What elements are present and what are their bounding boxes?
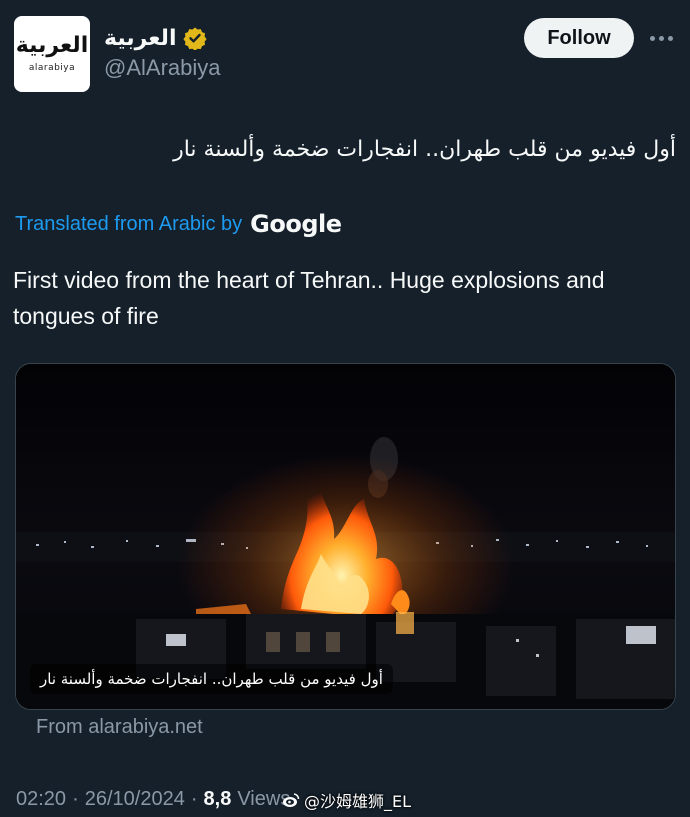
display-name[interactable]: العربية [104,26,177,51]
avatar-logo-subtext: alarabiya [28,63,76,73]
account-handle[interactable]: @AlArabiya [104,55,221,81]
avatar-logo-text: العربية [15,33,89,58]
more-dot [658,35,664,41]
watermark: @沙姆雄狮_EL [282,784,411,816]
video-media-card[interactable]: أول فيديو من قلب طهران.. انفجارات ضخمة و… [15,363,676,710]
google-logo: Google [250,210,342,238]
source-link[interactable]: From alarabiya.net [36,716,203,739]
more-horizontal-icon [649,35,655,41]
meta-separator: · [72,787,79,810]
post-header: العربية alarabiya العربية @AlArabiya Fol… [0,0,690,100]
translation-attribution[interactable]: Translated from Arabic by Google [15,207,342,241]
more-dot [667,35,673,41]
post-time[interactable]: 02:20 [16,788,66,811]
video-thumbnail [16,364,675,709]
post-date[interactable]: 26/10/2024 [85,788,185,811]
meta-separator: · [190,787,198,810]
translated-from-label[interactable]: Translated from Arabic by [15,213,242,236]
watermark-text: @沙姆雄狮_EL [304,792,412,811]
more-options-button[interactable] [645,24,677,52]
post-translated-text: First video from the heart of Tehran.. H… [13,267,605,329]
post-metadata: 02:20 · 26/10/2024 · 8,8 Views [16,782,290,816]
views-count[interactable]: 8,8 [204,788,232,811]
video-caption-overlay: أول فيديو من قلب طهران.. انفجارات ضخمة و… [30,664,393,694]
avatar[interactable]: العربية alarabiya [14,16,90,92]
follow-button[interactable]: Follow [524,18,634,58]
display-name-row[interactable]: العربية [104,22,207,54]
post-original-text: أول فيديو من قلب طهران.. انفجارات ضخمة و… [173,137,676,162]
weibo-logo-icon [283,793,300,807]
verified-badge-icon [182,27,207,50]
